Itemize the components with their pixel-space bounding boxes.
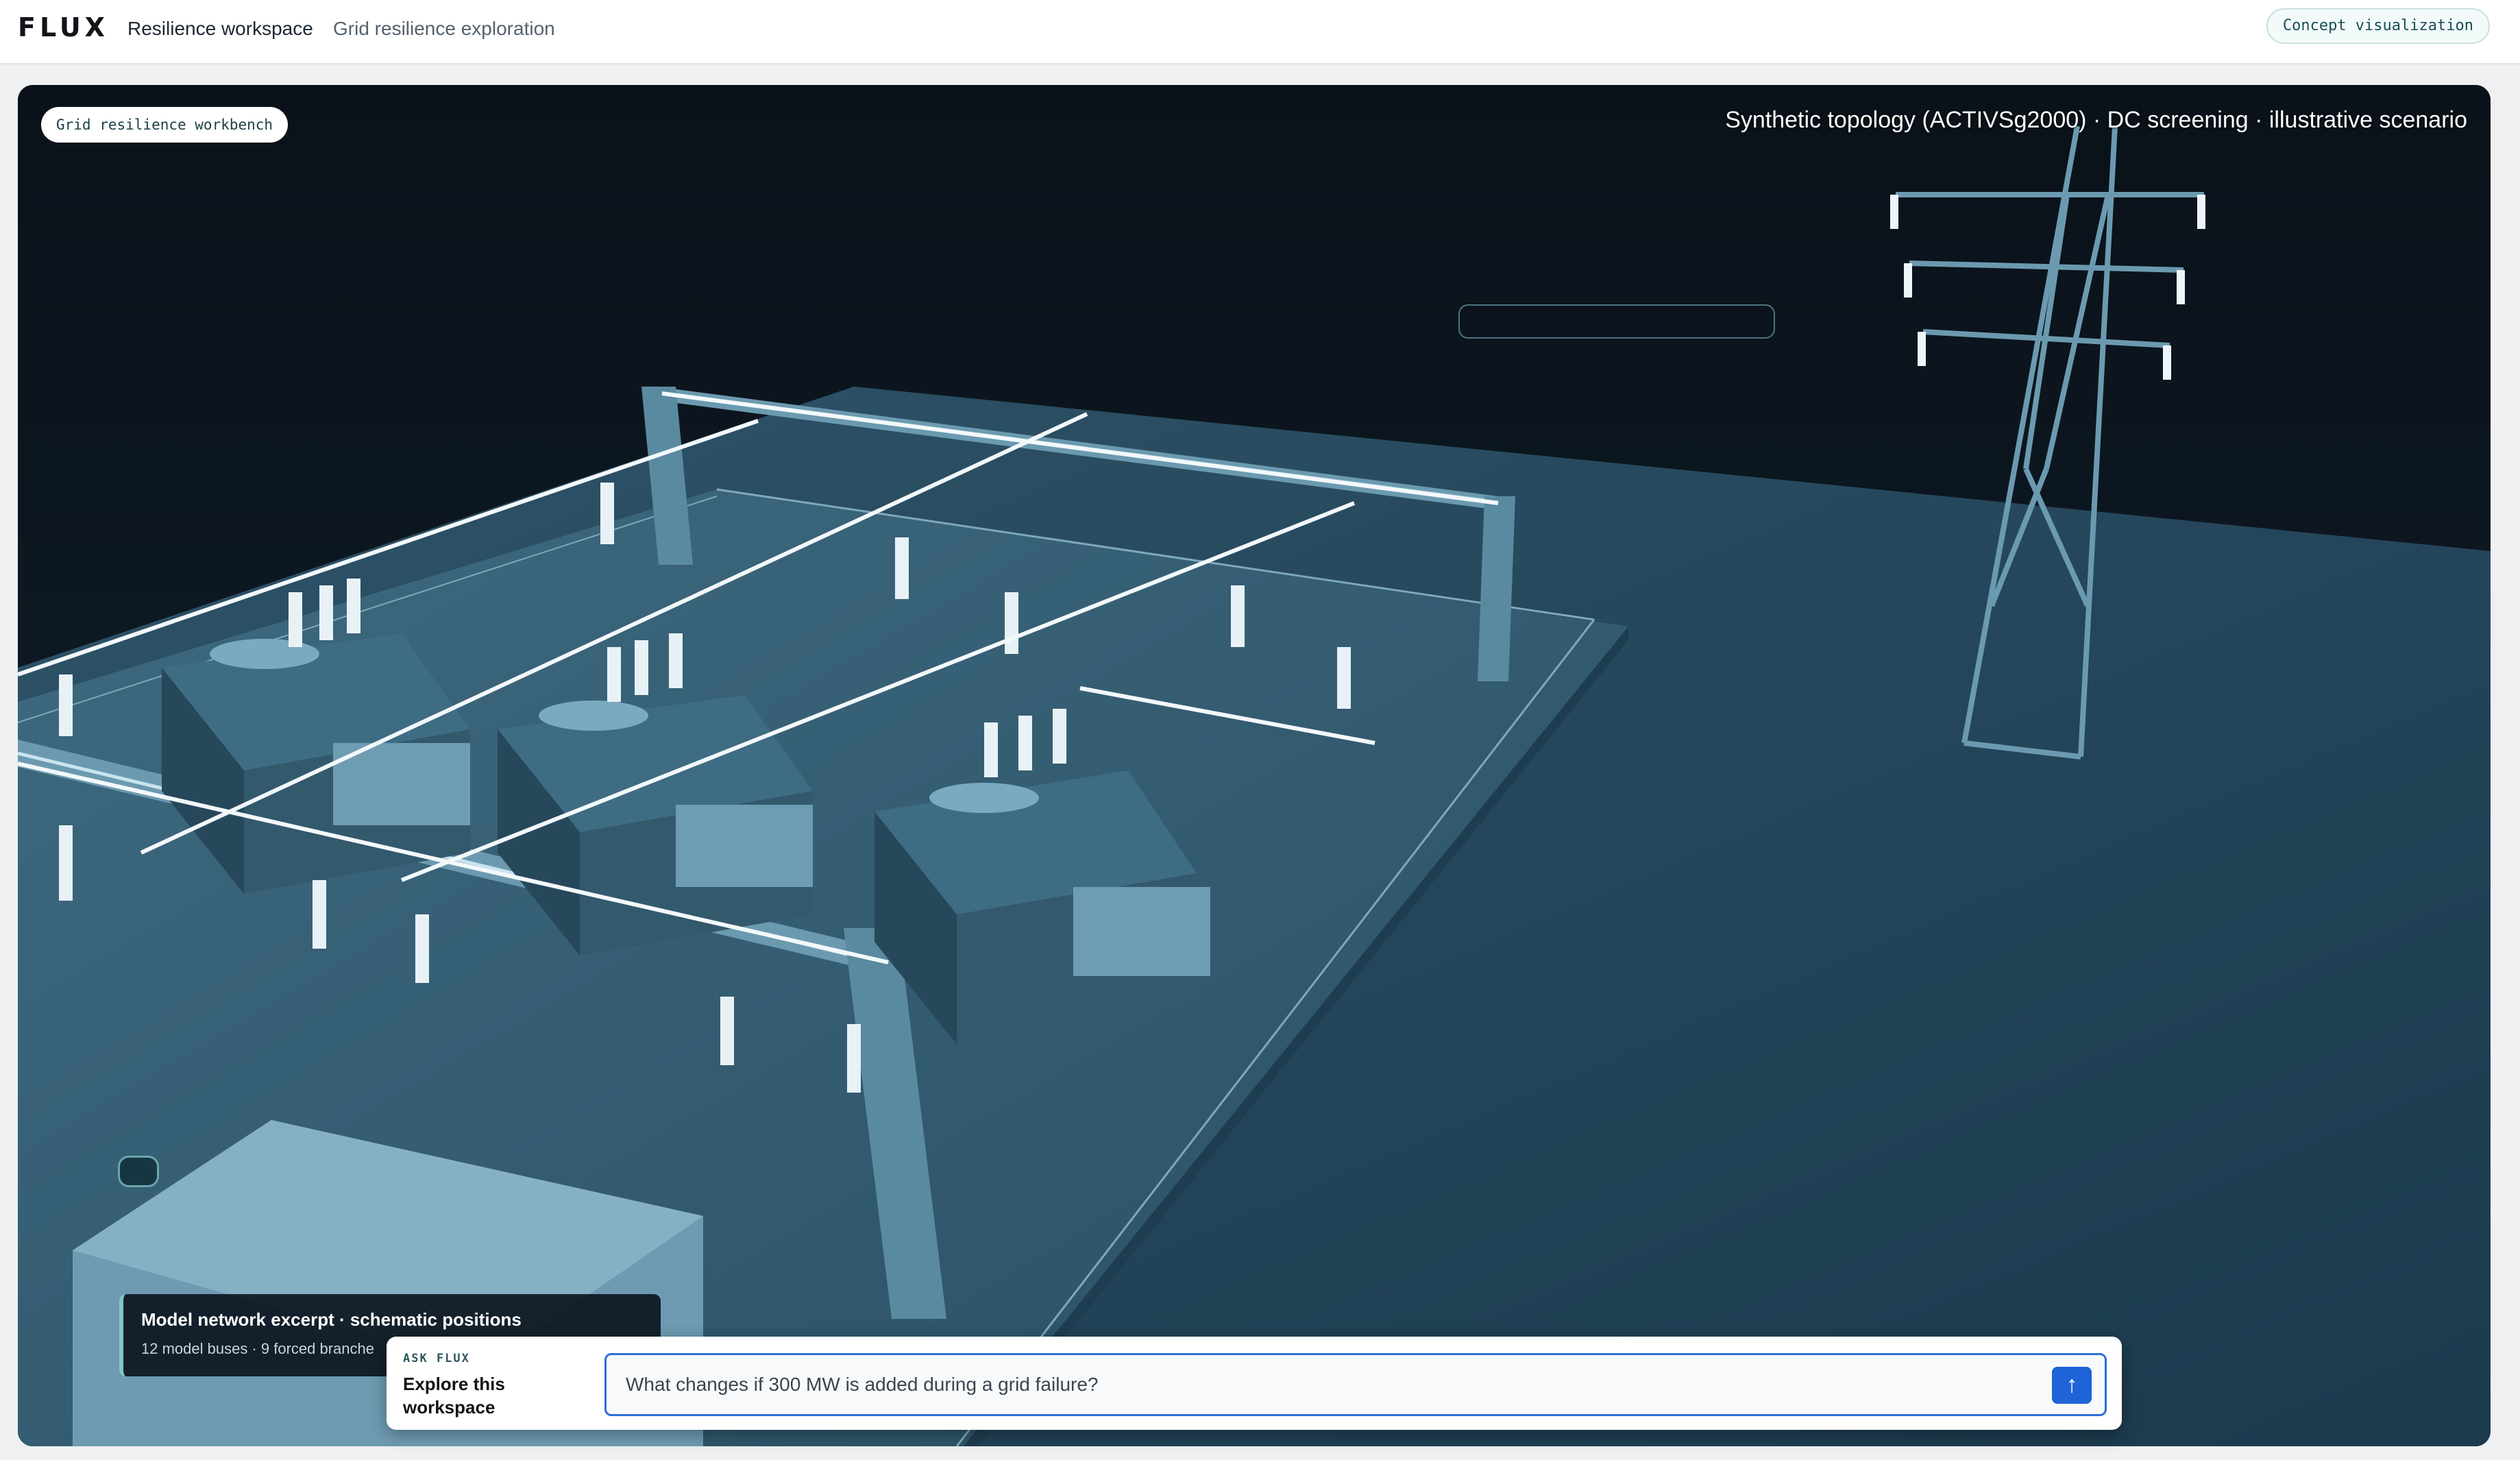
scene-search-field[interactable] [1458, 304, 1775, 339]
ask-kicker: ASK FLUX [403, 1352, 470, 1365]
brand-logo[interactable]: FLUX [18, 12, 109, 42]
nav-resilience-workspace[interactable]: Resilience workspace [127, 18, 313, 40]
substation-render [18, 85, 2491, 1446]
scene-toggle[interactable] [118, 1156, 159, 1187]
workbench-pill[interactable]: Grid resilience workbench [41, 107, 289, 143]
top-bar: FLUX Resilience workspace Grid resilienc… [0, 0, 2520, 64]
ask-heading: Explore this workspace [403, 1374, 505, 1418]
excerpt-title: Model network excerpt · schematic positi… [141, 1309, 522, 1330]
nav-grid-resilience-exploration[interactable]: Grid resilience exploration [333, 18, 555, 40]
concept-visualization-badge[interactable]: Concept visualization [2266, 8, 2490, 44]
ask-flux-panel: ASK FLUX Explore this workspace ↑ [387, 1337, 2122, 1430]
send-button[interactable]: ↑ [2052, 1367, 2092, 1404]
scene-caption: Synthetic topology (ACTIVSg2000) · DC sc… [1725, 107, 2467, 133]
ask-input[interactable] [604, 1353, 2107, 1416]
substation-scene[interactable]: Grid resilience workbench Synthetic topo… [18, 85, 2491, 1446]
arrow-up-icon: ↑ [2066, 1372, 2078, 1398]
